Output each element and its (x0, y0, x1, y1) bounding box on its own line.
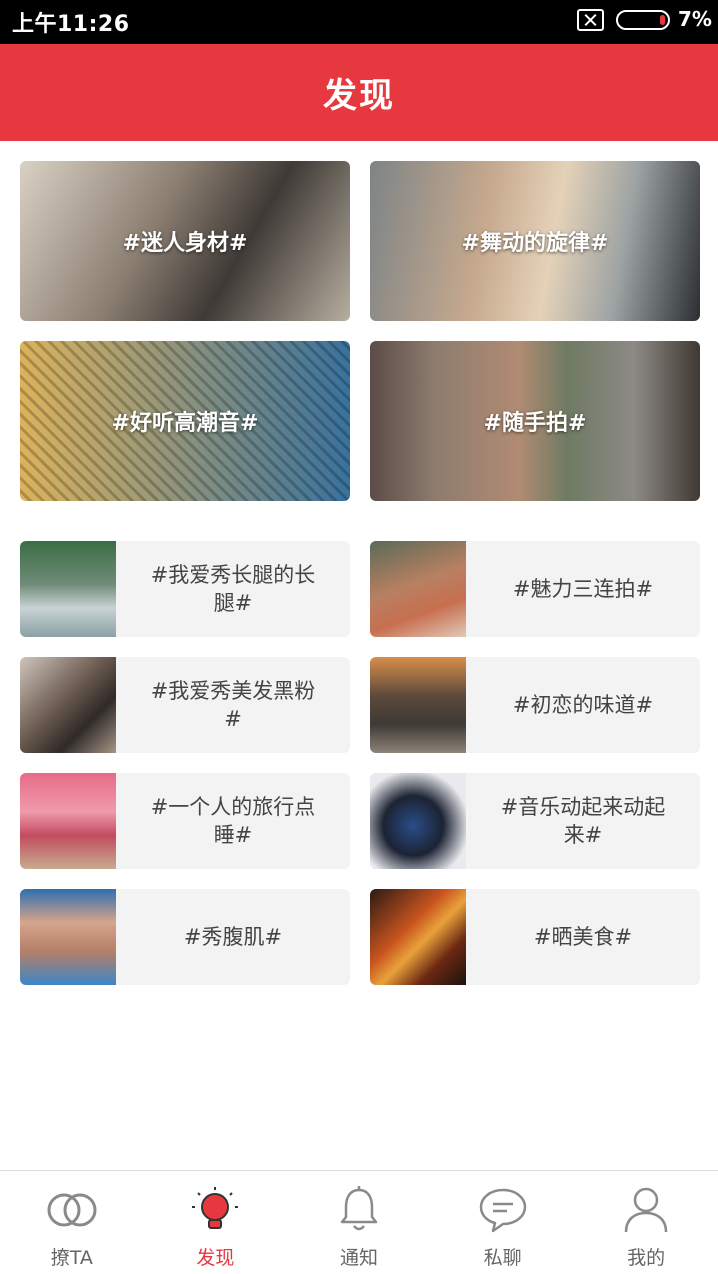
battery-percentage: 7% (678, 7, 712, 31)
topic-card[interactable]: #秀腹肌# (20, 889, 350, 985)
tab-notifications[interactable]: 通知 (287, 1171, 431, 1274)
tab-label: 撩TA (50, 1247, 93, 1269)
bell-icon (340, 1186, 378, 1231)
lightbulb-icon (192, 1187, 239, 1229)
topic-thumbnail (20, 657, 116, 753)
tab-profile[interactable]: 我的 (574, 1171, 718, 1274)
topic-label: #我爱秀长腿的长腿# (150, 563, 316, 615)
topic-label: #秀腹肌# (183, 925, 283, 949)
topic-thumbnail (20, 541, 116, 637)
person-icon (624, 1187, 668, 1233)
banner-label: #舞动的旋律# (461, 231, 609, 256)
tab-label: 发现 (196, 1247, 235, 1269)
no-sim-icon (577, 9, 604, 31)
topic-label: #初恋的味道# (512, 693, 654, 717)
tab-label: 通知 (339, 1247, 378, 1269)
topic-card[interactable]: #晒美食# (370, 889, 700, 985)
topic-thumbnail (20, 889, 116, 985)
tab-messages[interactable]: 私聊 (431, 1171, 575, 1274)
topic-thumbnail (370, 541, 466, 637)
topic-label: #魅力三连拍# (512, 577, 654, 601)
topic-card[interactable]: #音乐动起来动起来# (370, 773, 700, 869)
topic-label: #我爱秀美发黑粉# (150, 679, 316, 731)
status-time: 上午11:26 (12, 12, 130, 37)
topic-thumbnail (370, 889, 466, 985)
banner-label: #迷人身材# (122, 231, 248, 256)
chat-icon (479, 1188, 526, 1233)
topic-card[interactable]: #一个人的旅行点睡# (20, 773, 350, 869)
rings-icon (47, 1193, 97, 1227)
banner-topic-2[interactable]: #舞动的旋律# (370, 161, 700, 321)
topic-label: #晒美食# (533, 925, 633, 949)
status-bar: 上午11:26 7% (0, 0, 718, 44)
battery-icon (616, 10, 670, 30)
banner-topic-3[interactable]: #好听高潮音# (20, 341, 350, 501)
banner-label: #随手拍# (483, 411, 587, 436)
topic-card[interactable]: #我爱秀长腿的长腿# (20, 541, 350, 637)
topic-card[interactable]: #初恋的味道# (370, 657, 700, 753)
topic-label: #音乐动起来动起来# (500, 795, 666, 847)
topic-thumbnail (370, 657, 466, 753)
banner-label: #好听高潮音# (111, 411, 259, 436)
bottom-tab-bar: 撩TA 发现 通知 私聊 我的 (0, 1170, 718, 1274)
topic-thumbnail (20, 773, 116, 869)
banner-topic-1[interactable]: #迷人身材# (20, 161, 350, 321)
topic-thumbnail (370, 773, 466, 869)
tab-label: 私聊 (483, 1247, 522, 1269)
tab-discover[interactable]: 发现 (144, 1171, 288, 1274)
topic-card[interactable]: #魅力三连拍# (370, 541, 700, 637)
banner-topic-4[interactable]: #随手拍# (370, 341, 700, 501)
topic-card[interactable]: #我爱秀美发黑粉# (20, 657, 350, 753)
app-header: 发现 (0, 44, 718, 141)
tab-liao-ta[interactable]: 撩TA (0, 1171, 144, 1274)
page-title: 发现 (323, 76, 395, 116)
topic-label: #一个人的旅行点睡# (150, 795, 316, 847)
tab-label: 我的 (627, 1247, 666, 1269)
